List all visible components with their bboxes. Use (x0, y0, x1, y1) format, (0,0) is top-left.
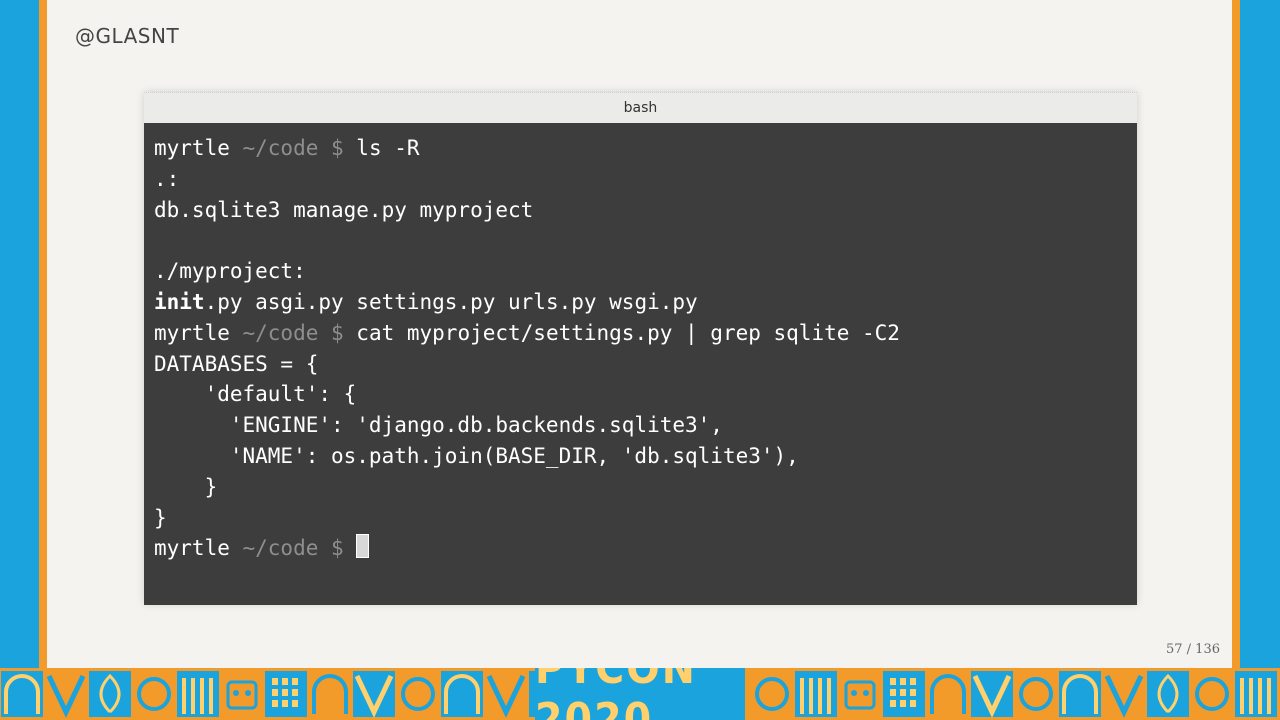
terminal-line: init.py asgi.py settings.py urls.py wsgi… (154, 287, 1127, 318)
banner-tile (133, 671, 175, 717)
right-orange-border (1232, 0, 1240, 668)
banner-tile (221, 671, 263, 717)
terminal-line: myrtle ~/code $ (154, 533, 1127, 564)
prompt-path: ~/code $ (229, 320, 344, 345)
banner-title: PYCON 2020 (535, 668, 745, 720)
terminal-line: 'default': { (154, 382, 357, 407)
banner-tile (89, 671, 131, 717)
banner-tile (1191, 671, 1233, 717)
banner-tile (751, 671, 793, 717)
terminal-output[interactable]: myrtle ~/code $ ls -R.: db.sqlite3 manage… (144, 123, 1137, 605)
banner-tile (441, 671, 483, 717)
banner-tile (1059, 671, 1101, 717)
banner-tile (971, 671, 1013, 718)
prompt-path: ~/code $ (229, 136, 344, 160)
window-title: bash (623, 100, 658, 116)
banner-tile (795, 671, 837, 717)
banner-tile (177, 671, 219, 717)
banner-tile (1147, 671, 1189, 717)
banner-tile (397, 671, 439, 717)
banner-tile (1015, 671, 1057, 717)
terminal-titlebar[interactable]: bash (144, 92, 1137, 123)
banner-tile (265, 671, 307, 717)
prompt-path: ~/code $ (229, 536, 344, 561)
banner-tile (883, 671, 925, 717)
output-text: .py asgi.py settings.py urls.py wsgi.py (204, 289, 698, 314)
banner-tile (353, 671, 395, 718)
terminal-window[interactable]: bash myrtle ~/code $ ls -R.: db.sqlite3 m… (144, 92, 1137, 605)
banner-tile (485, 671, 527, 718)
slide: @GLASNT bash myrtle ~/code $ ls -R.: db.s… (47, 0, 1232, 668)
pycon-banner: PYCON 2020 (0, 668, 1280, 720)
banner-tile (45, 671, 87, 718)
banner-tile (1, 671, 43, 717)
banner-tile (839, 671, 881, 717)
twitter-handle: @GLASNT (75, 24, 180, 48)
banner-tile (309, 671, 351, 717)
terminal-line: } (154, 474, 218, 499)
terminal-line: 'NAME': os.path.join(BASE_DIR, 'db.sqlit… (154, 443, 799, 468)
command-text (344, 536, 357, 560)
command-text: cat myproject/settings.py | grep sqlite … (343, 320, 900, 345)
terminal-line: ./myproject: (154, 259, 306, 284)
terminal-line: 'ENGINE': 'django.db.backends.sqlite3', (154, 413, 723, 438)
banner-tile (927, 671, 969, 717)
terminal-line: DATABASES = { (154, 351, 319, 376)
prompt-user: myrtle (154, 136, 230, 160)
left-orange-border (39, 0, 47, 668)
command-text: ls -R (343, 136, 420, 160)
terminal-cursor[interactable] (356, 534, 370, 559)
terminal-line: myrtle ~/code $ ls -R (154, 133, 1127, 164)
terminal-line: } (154, 505, 167, 530)
bold-filename: init (154, 289, 205, 314)
page-number: 57 / 136 (1166, 642, 1220, 657)
banner-tile (1103, 671, 1145, 718)
terminal-line: myrtle ~/code $ cat myproject/settings.p… (154, 318, 1127, 349)
terminal-line: .: (154, 166, 180, 191)
prompt-user: myrtle (154, 320, 230, 345)
banner-tile (1235, 671, 1277, 717)
terminal-line: db.sqlite3 manage.py myproject (154, 197, 534, 222)
prompt-user: myrtle (154, 536, 230, 561)
